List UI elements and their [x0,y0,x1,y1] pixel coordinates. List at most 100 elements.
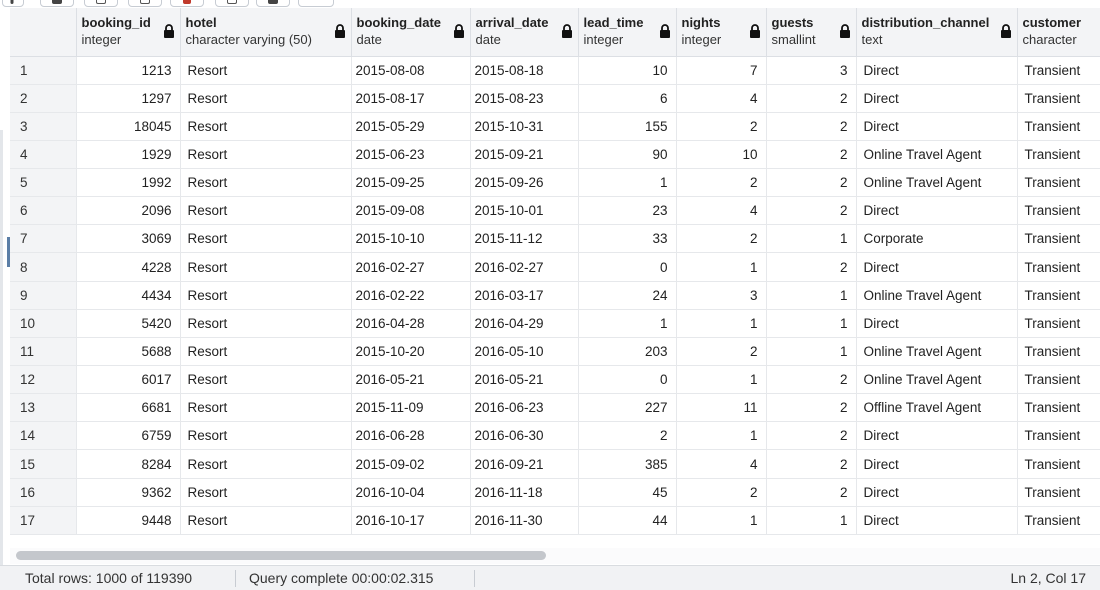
cell-booking-date[interactable]: 2015-08-17 [351,84,471,113]
cell-booking-id[interactable]: 4434 [76,281,181,310]
cell-customer[interactable]: Transient [1017,168,1100,198]
cell-hotel[interactable]: Resort [180,112,352,141]
toolbar-button[interactable] [298,0,334,7]
cell-arrival-date[interactable]: 2016-09-21 [470,449,579,479]
cell-distribution-channel[interactable]: Direct [856,56,1018,85]
cell-lead-time[interactable]: 203 [578,337,677,367]
cell-customer[interactable]: Transient [1017,252,1100,282]
column-header-hotel[interactable]: hotel character varying (50) [180,8,352,57]
cell-nights[interactable]: 3 [676,281,767,310]
column-header-booking-id[interactable]: booking_id integer [76,8,181,57]
cell-nights[interactable]: 2 [676,168,767,198]
cell-guests[interactable]: 1 [766,506,857,535]
cell-customer[interactable]: Transient [1017,112,1100,141]
table-row[interactable]: 8 4228 Resort 2016-02-27 2016-02-27 0 1 2 Direct… [10,252,1100,282]
cell-lead-time[interactable]: 6 [578,84,677,113]
cell-booking-date[interactable]: 2016-02-22 [351,281,471,310]
cell-nights[interactable]: 10 [676,140,767,170]
cell-guests[interactable]: 2 [766,252,857,282]
cell-distribution-channel[interactable]: Online Travel Agent [856,337,1018,367]
cell-guests[interactable]: 2 [766,196,857,226]
cell-arrival-date[interactable]: 2015-08-18 [470,56,579,85]
cell-booking-id[interactable]: 5420 [76,309,181,338]
cell-guests[interactable]: 1 [766,309,857,338]
column-header-distribution-channel[interactable]: distribution_channel text [856,8,1018,57]
cell-arrival-date[interactable]: 2015-09-26 [470,168,579,198]
cell-customer[interactable]: Transient [1017,224,1100,254]
cell-hotel[interactable]: Resort [180,421,352,451]
cell-arrival-date[interactable]: 2016-06-23 [470,393,579,423]
cell-distribution-channel[interactable]: Direct [856,449,1018,479]
cell-guests[interactable]: 2 [766,478,857,507]
cell-booking-id[interactable]: 1297 [76,84,181,113]
cell-customer[interactable]: Transient [1017,393,1100,423]
table-row[interactable]: 9 4434 Resort 2016-02-22 2016-03-17 24 3 1 Onlin… [10,281,1100,310]
cell-nights[interactable]: 1 [676,309,767,338]
cell-booking-date[interactable]: 2015-10-10 [351,224,471,254]
cell-distribution-channel[interactable]: Direct [856,196,1018,226]
cell-guests[interactable]: 1 [766,281,857,310]
cell-distribution-channel[interactable]: Online Travel Agent [856,140,1018,170]
row-number[interactable]: 8 [10,252,77,282]
toolbar-button[interactable] [84,0,118,7]
cell-booking-id[interactable]: 6017 [76,365,181,395]
cell-hotel[interactable]: Resort [180,449,352,479]
cell-distribution-channel[interactable]: Direct [856,421,1018,451]
cell-booking-id[interactable]: 1992 [76,168,181,198]
cell-distribution-channel[interactable]: Direct [856,252,1018,282]
cell-distribution-channel[interactable]: Corporate [856,224,1018,254]
scrollbar-thumb[interactable] [16,551,546,560]
cell-booking-date[interactable]: 2015-09-25 [351,168,471,198]
cell-customer[interactable]: Transient [1017,478,1100,507]
cell-guests[interactable]: 2 [766,140,857,170]
cell-distribution-channel[interactable]: Direct [856,506,1018,535]
table-row[interactable]: 1 1213 Resort 2015-08-08 2015-08-18 10 7 3 Direc… [10,56,1100,85]
cell-arrival-date[interactable]: 2016-11-18 [470,478,579,507]
cell-lead-time[interactable]: 385 [578,449,677,479]
cell-hotel[interactable]: Resort [180,365,352,395]
cell-distribution-channel[interactable]: Direct [856,112,1018,141]
cell-nights[interactable]: 1 [676,421,767,451]
cell-lead-time[interactable]: 0 [578,252,677,282]
cell-nights[interactable]: 4 [676,84,767,113]
cell-booking-date[interactable]: 2015-05-29 [351,112,471,141]
cell-arrival-date[interactable]: 2015-11-12 [470,224,579,254]
cell-arrival-date[interactable]: 2015-10-01 [470,196,579,226]
row-number[interactable]: 3 [10,112,77,141]
cell-lead-time[interactable]: 33 [578,224,677,254]
table-row[interactable]: 11 5688 Resort 2015-10-20 2016-05-10 203 2 1 Onl… [10,337,1100,367]
cell-booking-date[interactable]: 2015-10-20 [351,337,471,367]
cell-nights[interactable]: 7 [676,56,767,85]
cell-customer[interactable]: Transient [1017,56,1100,85]
cell-distribution-channel[interactable]: Direct [856,478,1018,507]
cell-nights[interactable]: 1 [676,506,767,535]
table-row[interactable]: 10 5420 Resort 2016-04-28 2016-04-29 1 1 1 Direc… [10,309,1100,338]
cell-hotel[interactable]: Resort [180,506,352,535]
cell-distribution-channel[interactable]: Direct [856,84,1018,113]
cell-booking-date[interactable]: 2016-04-28 [351,309,471,338]
horizontal-scrollbar[interactable] [10,548,1100,564]
cell-booking-date[interactable]: 2015-06-23 [351,140,471,170]
table-row[interactable]: 6 2096 Resort 2015-09-08 2015-10-01 23 4 2 Direc… [10,196,1100,226]
cell-booking-date[interactable]: 2016-10-17 [351,506,471,535]
cell-hotel[interactable]: Resort [180,393,352,423]
toolbar-button[interactable] [128,0,162,7]
cell-distribution-channel[interactable]: Online Travel Agent [856,168,1018,198]
cell-arrival-date[interactable]: 2016-04-29 [470,309,579,338]
cell-booking-id[interactable]: 2096 [76,196,181,226]
row-number[interactable]: 1 [10,56,77,85]
table-row[interactable]: 13 6681 Resort 2015-11-09 2016-06-23 227 11 2 Of… [10,393,1100,423]
cell-hotel[interactable]: Resort [180,478,352,507]
cell-hotel[interactable]: Resort [180,84,352,113]
cell-booking-date[interactable]: 2015-08-08 [351,56,471,85]
cell-lead-time[interactable]: 10 [578,56,677,85]
cell-booking-date[interactable]: 2015-11-09 [351,393,471,423]
cell-booking-date[interactable]: 2016-06-28 [351,421,471,451]
cell-booking-id[interactable]: 1929 [76,140,181,170]
cell-guests[interactable]: 2 [766,112,857,141]
cell-guests[interactable]: 2 [766,365,857,395]
toolbar-button[interactable] [2,0,24,7]
cell-hotel[interactable]: Resort [180,281,352,310]
cell-nights[interactable]: 4 [676,196,767,226]
cell-hotel[interactable]: Resort [180,337,352,367]
